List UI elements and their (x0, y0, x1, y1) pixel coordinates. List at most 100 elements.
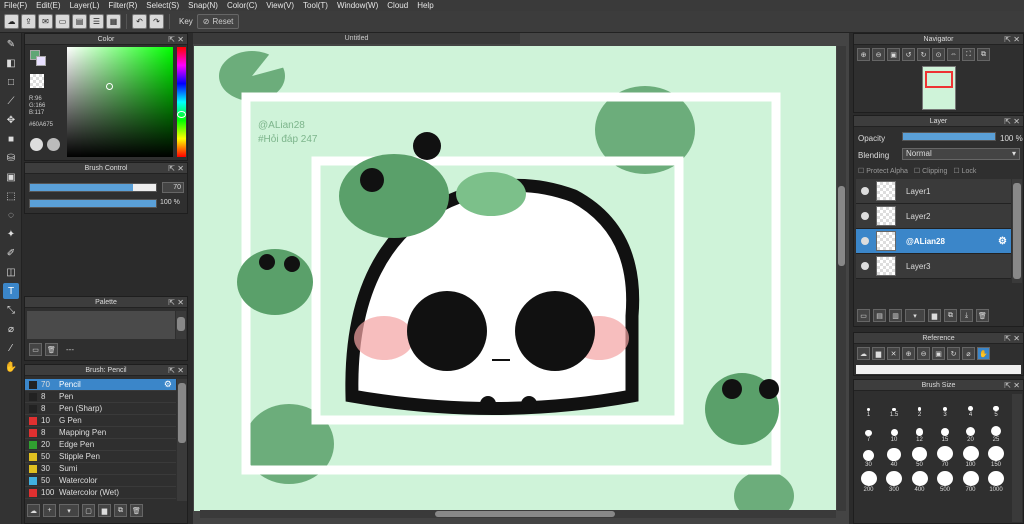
brush-size-option[interactable]: 500 (933, 471, 958, 493)
close-reference-icon[interactable]: ✕ (887, 347, 900, 360)
brush-list-item[interactable]: 10 G Pen (25, 415, 176, 427)
brush-size-option[interactable]: 20 (958, 421, 983, 443)
delete-layer-icon[interactable]: 🗑 (976, 309, 989, 322)
brush-size-option[interactable]: 1.5 (882, 396, 907, 418)
select-pen-icon[interactable]: ✐ (3, 245, 19, 261)
navigator-thumbnail[interactable] (922, 66, 956, 110)
menu-cloud[interactable]: Cloud (387, 1, 408, 10)
reference-canvas[interactable] (856, 365, 1021, 374)
menu-filter[interactable]: Filter(R) (108, 1, 137, 10)
duplicate-brush-icon[interactable]: ⧉ (114, 504, 127, 517)
brush-list-item[interactable]: 8 Pen (25, 391, 176, 403)
menu-window[interactable]: Window(W) (337, 1, 378, 10)
copy-brush-icon[interactable]: ▢ (82, 504, 95, 517)
undo-icon[interactable]: ↶ (132, 14, 147, 29)
hue-cursor[interactable] (177, 111, 186, 118)
new-palette-icon[interactable]: ▭ (29, 343, 42, 356)
delete-brush-icon[interactable]: 🗑 (130, 504, 143, 517)
brush-size-option[interactable]: 25 (984, 421, 1009, 443)
brush-list-item[interactable]: 20 Edge Pen (25, 439, 176, 451)
rotate-icon[interactable]: ↻ (947, 347, 960, 360)
brush-size-option[interactable]: 70 (933, 446, 958, 468)
brush-size-option[interactable]: 150 (984, 446, 1009, 468)
brush-size-option[interactable]: 12 (907, 421, 932, 443)
hue-slider[interactable] (177, 47, 186, 157)
chat-icon[interactable]: ▭ (55, 14, 70, 29)
canvas-horizontal-thumb[interactable] (435, 511, 615, 517)
brush-size-option[interactable]: 1 (856, 396, 881, 418)
canvas-vertical-thumb[interactable] (838, 186, 845, 266)
cloud-upload-icon[interactable]: ☁ (857, 347, 870, 360)
zoom-out-icon[interactable]: ⊖ (872, 48, 885, 61)
menu-file[interactable]: File(F) (4, 1, 27, 10)
page-icon[interactable]: ▤ (72, 14, 87, 29)
brush-list-item[interactable]: 30 Sumi (25, 463, 176, 475)
folder-brush-icon[interactable]: ▆ (98, 504, 111, 517)
gradient-tool-icon[interactable]: ▣ (3, 169, 19, 185)
brush-size-value[interactable]: 70 (162, 182, 184, 193)
comment-icon[interactable]: ✉ (38, 14, 53, 29)
layer-menu-icon[interactable]: ▾ (905, 309, 925, 322)
layer-row[interactable]: Layer2 (856, 204, 1011, 229)
brush-tool-icon[interactable]: ✎ (3, 36, 19, 52)
transparent-color-swatch[interactable] (30, 74, 44, 88)
reset-button[interactable]: ⊘ Reset (196, 14, 240, 29)
cloud-brush-icon[interactable]: ☁ (27, 504, 40, 517)
brush-size-option[interactable]: 40 (882, 446, 907, 468)
fit-icon[interactable]: ▣ (932, 347, 945, 360)
menu-tool[interactable]: Tool(T) (303, 1, 328, 10)
layer-row[interactable]: @ALian28 ⚙ (856, 229, 1011, 254)
brush-size-option[interactable]: 2 (907, 396, 932, 418)
artwork-canvas[interactable]: @ALian28 #Hỏi đáp 247 (194, 46, 836, 511)
merge-layer-icon[interactable]: ⤓ (960, 309, 973, 322)
document-tab[interactable]: Untitled (193, 33, 520, 44)
rect-tool-icon[interactable]: □ (3, 74, 19, 90)
palette-swatches-area[interactable] (27, 311, 175, 339)
layer-row[interactable]: Layer1 (856, 179, 1011, 204)
delete-palette-icon[interactable]: 🗑 (45, 343, 58, 356)
flip-icon[interactable]: ⇔ (947, 48, 960, 61)
add-brush-icon[interactable]: + (43, 504, 56, 517)
brush-size-option[interactable]: 7 (856, 421, 881, 443)
rotate-right-icon[interactable]: ↻ (917, 48, 930, 61)
add-layer-icon[interactable]: ▭ (857, 309, 870, 322)
gear-icon[interactable]: ⚙ (998, 236, 1007, 247)
brush-size-slider[interactable] (29, 183, 157, 192)
add-halftone-layer-icon[interactable]: ▤ (873, 309, 886, 322)
eye-icon[interactable] (861, 187, 869, 195)
layer-scroll-thumb[interactable] (1013, 183, 1021, 279)
layer-opacity-slider[interactable] (902, 132, 996, 141)
duplicate-layer-icon[interactable]: ⧉ (944, 309, 957, 322)
bucket-tool-icon[interactable]: ⛁ (3, 150, 19, 166)
blending-select[interactable]: Normal ▾ (902, 148, 1020, 160)
brush-list-item[interactable]: 50 Stipple Pen (25, 451, 176, 463)
brush-size-option[interactable]: 1000 (984, 471, 1009, 493)
color-palette-icon[interactable] (47, 138, 60, 151)
eyedropper-icon[interactable]: ⌀ (962, 347, 975, 360)
eye-icon[interactable] (861, 212, 869, 220)
zoom-out-icon[interactable]: ⊖ (917, 347, 930, 360)
add-text-layer-icon[interactable]: ▥ (889, 309, 902, 322)
navigator-viewport[interactable] (925, 71, 953, 88)
open-folder-icon[interactable]: ▆ (872, 347, 885, 360)
color-wheel-icon[interactable] (30, 138, 43, 151)
brush-size-option[interactable]: 30 (856, 446, 881, 468)
eyedropper-tool-icon[interactable]: ⌀ (3, 321, 19, 337)
saturation-value-picker[interactable] (67, 47, 173, 157)
lock-checkbox[interactable]: ☐ Lock (953, 167, 976, 175)
canvas-horizontal-scrollbar[interactable] (200, 510, 836, 518)
brush-size-option[interactable]: 4 (958, 396, 983, 418)
eraser-tool-icon[interactable]: ◧ (3, 55, 19, 71)
background-color-swatch[interactable] (36, 56, 46, 66)
protect-alpha-checkbox[interactable]: ☐ Protect Alpha (858, 167, 908, 175)
cloud-icon[interactable]: ☁ (4, 14, 19, 29)
brush-list-item[interactable]: 70 Pencil ⚙ (25, 379, 176, 391)
brush-list-item[interactable]: 50 Watercolor (25, 475, 176, 487)
menu-color[interactable]: Color(C) (227, 1, 257, 10)
hand-tool-icon[interactable]: ✋ (3, 359, 19, 375)
brush-list-item[interactable]: 100 Watercolor (Wet) (25, 487, 176, 499)
brush-list-scroll-thumb[interactable] (178, 383, 186, 443)
menu-select[interactable]: Select(S) (146, 1, 179, 10)
menu-snap[interactable]: Snap(N) (188, 1, 218, 10)
menu-layer[interactable]: Layer(L) (70, 1, 100, 10)
